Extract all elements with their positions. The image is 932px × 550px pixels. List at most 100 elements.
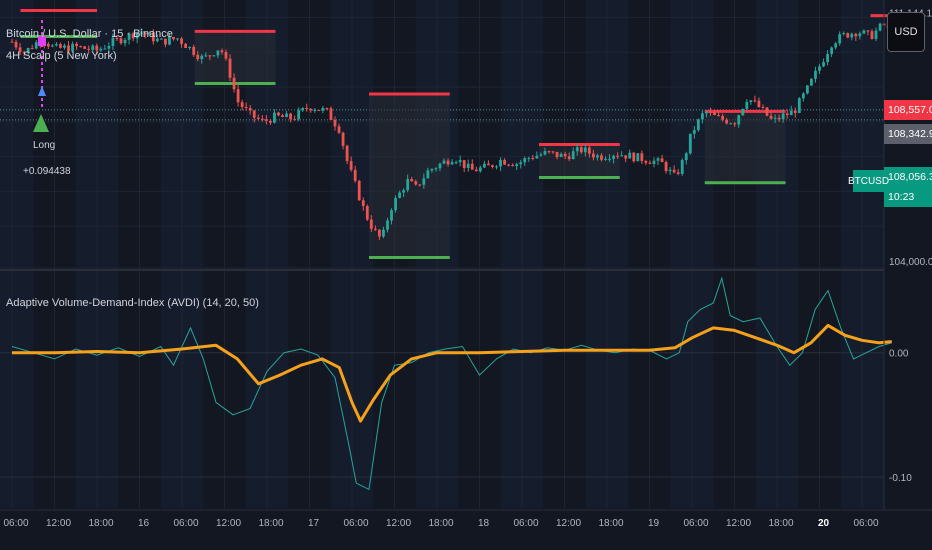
- candle-body: [822, 62, 825, 67]
- candle-body: [571, 151, 575, 160]
- candle-body: [818, 66, 821, 71]
- x-tick-label: 18:00: [768, 518, 793, 529]
- signal-value: +0.094438: [23, 166, 71, 177]
- candle-body: [293, 119, 297, 121]
- candle-body: [713, 112, 716, 116]
- candle-body: [575, 147, 579, 152]
- candle-body: [632, 152, 636, 162]
- candle-body: [55, 44, 58, 46]
- x-tick-label: 16: [138, 518, 150, 529]
- x-tick-label: 18: [478, 518, 490, 529]
- candle-body: [240, 102, 244, 108]
- x-tick-label: 12:00: [556, 518, 581, 529]
- candle-body: [349, 161, 353, 170]
- candle-body: [737, 115, 741, 125]
- candle-body: [749, 100, 753, 102]
- candle-body: [769, 115, 773, 119]
- candle-body: [192, 46, 196, 55]
- candle-body: [204, 55, 208, 57]
- candle-body: [600, 155, 603, 160]
- candle-body: [59, 44, 62, 48]
- candle-body: [701, 113, 704, 120]
- x-tick-label: 18:00: [598, 518, 623, 529]
- candle-body: [709, 111, 712, 113]
- candle-body: [753, 100, 757, 102]
- candle-body: [398, 192, 401, 198]
- symbol-title[interactable]: Bitcoin / U.S. Dollar · 15 · Binance: [6, 28, 173, 40]
- candle-body: [705, 111, 708, 114]
- candle-body: [592, 153, 595, 158]
- candle-body: [604, 158, 607, 160]
- candle-body: [656, 158, 660, 161]
- candle-body: [805, 85, 809, 94]
- candle-body: [559, 153, 563, 158]
- symbol-tag: BTCUSD: [848, 170, 889, 192]
- candle-body: [462, 160, 466, 168]
- candle-body: [83, 46, 87, 49]
- candle-body: [862, 30, 866, 34]
- candle-body: [814, 70, 817, 79]
- candle-body: [281, 115, 284, 118]
- price-tag-last: 108,056.36: [884, 167, 932, 187]
- x-tick-label: 18:00: [428, 518, 453, 529]
- range-box: [539, 144, 620, 178]
- candle-body: [305, 108, 309, 110]
- candle-body: [434, 168, 438, 170]
- candle-body: [676, 172, 680, 174]
- candle-body: [269, 120, 272, 123]
- candle-body: [450, 162, 454, 165]
- candle-body: [313, 110, 317, 112]
- candle-body: [826, 54, 829, 63]
- candle-body: [107, 46, 111, 49]
- candle-body: [345, 145, 349, 162]
- candle-body: [854, 33, 858, 37]
- x-tick-label: 18:00: [88, 518, 113, 529]
- candle-body: [329, 108, 333, 120]
- candle-body: [361, 200, 365, 207]
- candle-body: [228, 58, 232, 78]
- chart-canvas[interactable]: 06:00 12:00 18:00 16 06:00 12:00 18:00 17 06:00 1…: [0, 0, 932, 550]
- candle-body: [543, 151, 547, 155]
- candle-body: [446, 160, 450, 165]
- x-tick-label: 06:00: [3, 518, 28, 529]
- strategy-title[interactable]: 4H Scalp (5 New York): [6, 50, 117, 62]
- session-band: [0, 0, 34, 508]
- candle-body: [519, 162, 523, 165]
- candle-body: [810, 78, 813, 86]
- x-tick-label: 18:00: [258, 518, 283, 529]
- candle-body: [236, 89, 240, 103]
- x-tick-label: 12:00: [216, 518, 241, 529]
- candle-body: [208, 55, 212, 57]
- currency-button[interactable]: USD: [887, 12, 925, 52]
- candle-body: [321, 108, 325, 111]
- candle-body: [216, 50, 220, 56]
- candle-body: [729, 123, 733, 125]
- candle-body: [426, 170, 430, 179]
- candle-body: [418, 184, 422, 186]
- candle-body: [341, 132, 345, 146]
- candle-body: [337, 126, 341, 133]
- candle-body: [692, 130, 696, 134]
- candle-body: [34, 42, 38, 49]
- candle-body: [301, 108, 305, 111]
- candle-body: [624, 155, 628, 159]
- candle-body: [474, 169, 478, 172]
- candle-body: [188, 46, 192, 49]
- indicator-title[interactable]: Adaptive Volume-Demand-Index (AVDI) (14,…: [6, 297, 259, 309]
- candle-body: [789, 110, 793, 116]
- countdown-tag: 10:23: [884, 187, 932, 207]
- candle-body: [365, 206, 369, 220]
- candle-body: [10, 41, 14, 43]
- candle-body: [801, 93, 805, 99]
- candle-body: [668, 169, 672, 172]
- candle-body: [482, 163, 486, 168]
- candle-body: [648, 162, 652, 164]
- candle-body: [224, 52, 228, 59]
- price-tag-mid: 108,342.91: [884, 124, 932, 144]
- candle-body: [612, 155, 615, 159]
- x-tick-label: 12:00: [46, 518, 71, 529]
- x-tick-label: 06:00: [513, 518, 538, 529]
- candle-body: [200, 55, 204, 60]
- candle-body: [741, 108, 745, 116]
- candle-body: [487, 163, 490, 166]
